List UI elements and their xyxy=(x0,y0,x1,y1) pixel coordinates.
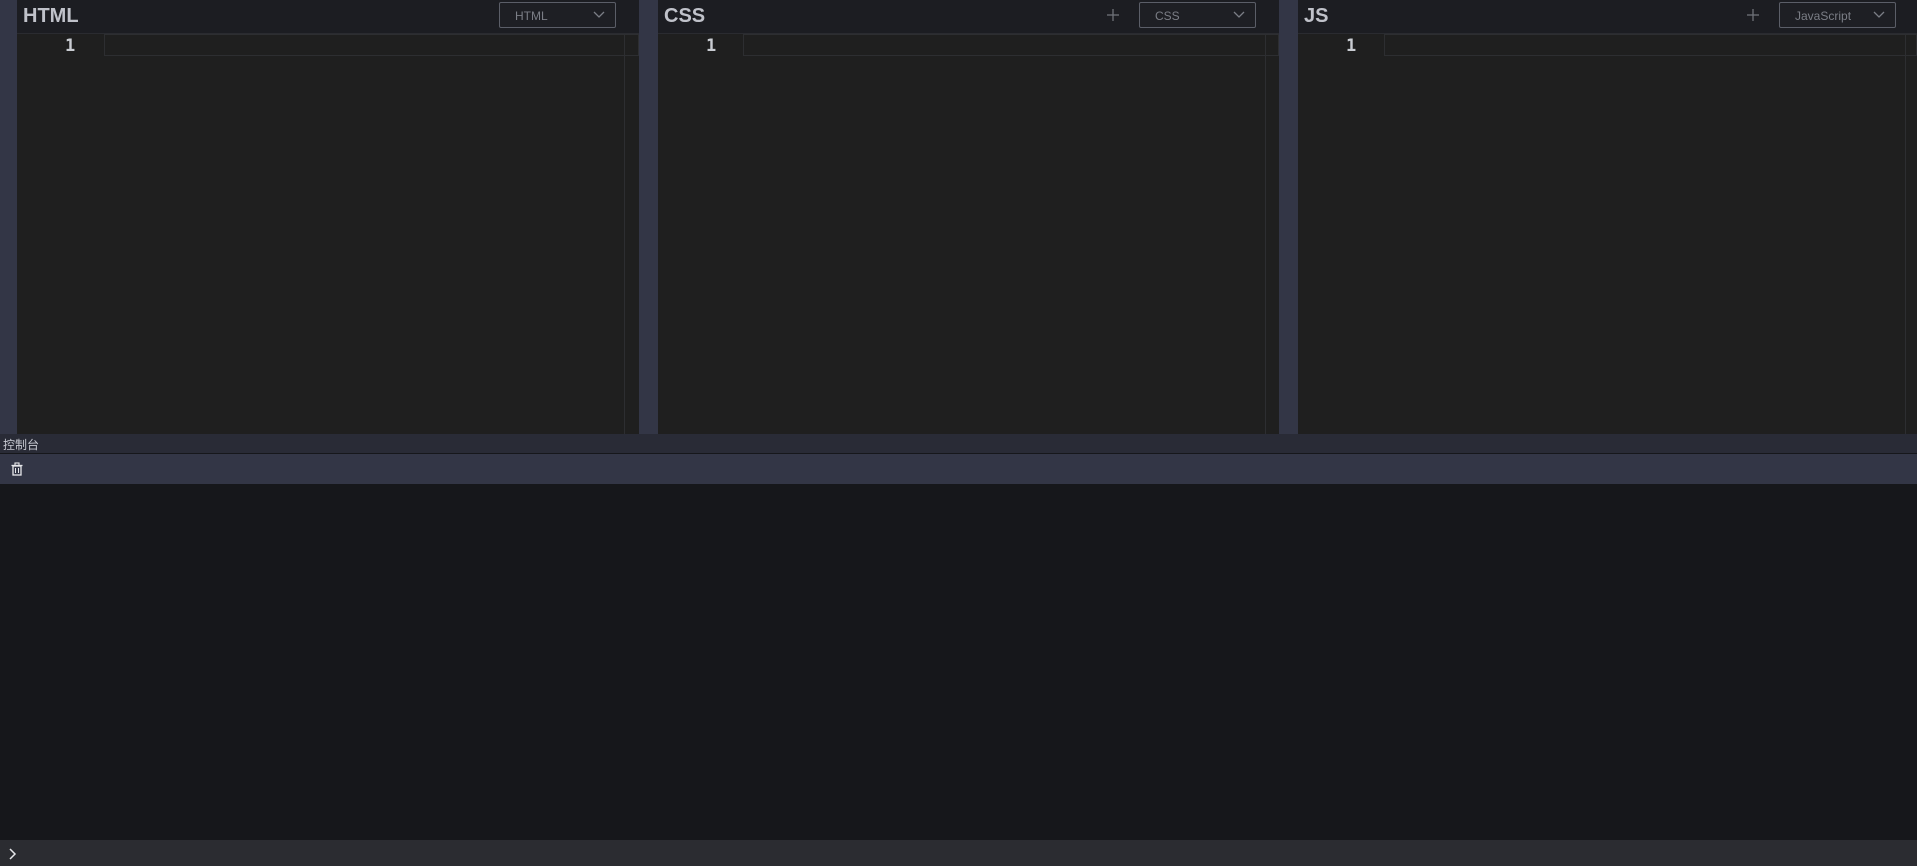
html-ruler xyxy=(624,34,625,434)
css-current-line-highlight xyxy=(743,34,1279,56)
js-language-select[interactable]: JavaScript xyxy=(1779,2,1896,28)
console-title: 控制台 xyxy=(3,438,40,452)
console-toolbar xyxy=(0,454,1917,484)
css-language-select[interactable]: CSS xyxy=(1139,2,1256,28)
js-current-line-highlight xyxy=(1384,34,1917,56)
trash-icon[interactable] xyxy=(10,462,24,476)
js-language-label: JavaScript xyxy=(1795,9,1852,23)
js-panel: JS JavaScript 1 xyxy=(1298,0,1917,434)
chevron-right-icon xyxy=(9,848,17,860)
html-code-editor[interactable] xyxy=(17,34,639,434)
css-code-editor[interactable] xyxy=(658,34,1279,434)
chevron-down-icon xyxy=(593,11,605,18)
js-panel-title: JS xyxy=(1304,5,1329,27)
html-panel: HTML HTML 1 xyxy=(17,0,639,434)
editors-area: HTML HTML 1 CSS CSS 1 JS JavaScript 1 xyxy=(0,0,1917,434)
js-line-number: 1 xyxy=(1346,36,1357,56)
console-titlebar: 控制台 xyxy=(0,434,1917,453)
css-panel: CSS CSS 1 xyxy=(658,0,1279,434)
css-panel-title: CSS xyxy=(664,5,706,27)
css-line-number: 1 xyxy=(706,36,717,56)
console-output xyxy=(0,484,1917,840)
js-code-editor[interactable] xyxy=(1298,34,1917,434)
chevron-down-icon xyxy=(1233,11,1245,18)
plus-icon[interactable] xyxy=(1745,7,1761,23)
plus-icon[interactable] xyxy=(1105,7,1121,23)
html-panel-title: HTML xyxy=(23,5,79,27)
css-language-label: CSS xyxy=(1155,9,1180,23)
html-language-label: HTML xyxy=(515,9,548,23)
html-line-number: 1 xyxy=(65,36,76,56)
css-panel-header: CSS CSS xyxy=(658,0,1279,34)
html-panel-header: HTML HTML xyxy=(17,0,639,34)
js-ruler xyxy=(1905,34,1906,434)
html-current-line-highlight xyxy=(104,34,639,56)
console-input[interactable] xyxy=(0,840,1917,866)
css-ruler xyxy=(1265,34,1266,434)
js-panel-header: JS JavaScript xyxy=(1298,0,1917,34)
html-language-select[interactable]: HTML xyxy=(499,2,616,28)
chevron-down-icon xyxy=(1873,11,1885,18)
